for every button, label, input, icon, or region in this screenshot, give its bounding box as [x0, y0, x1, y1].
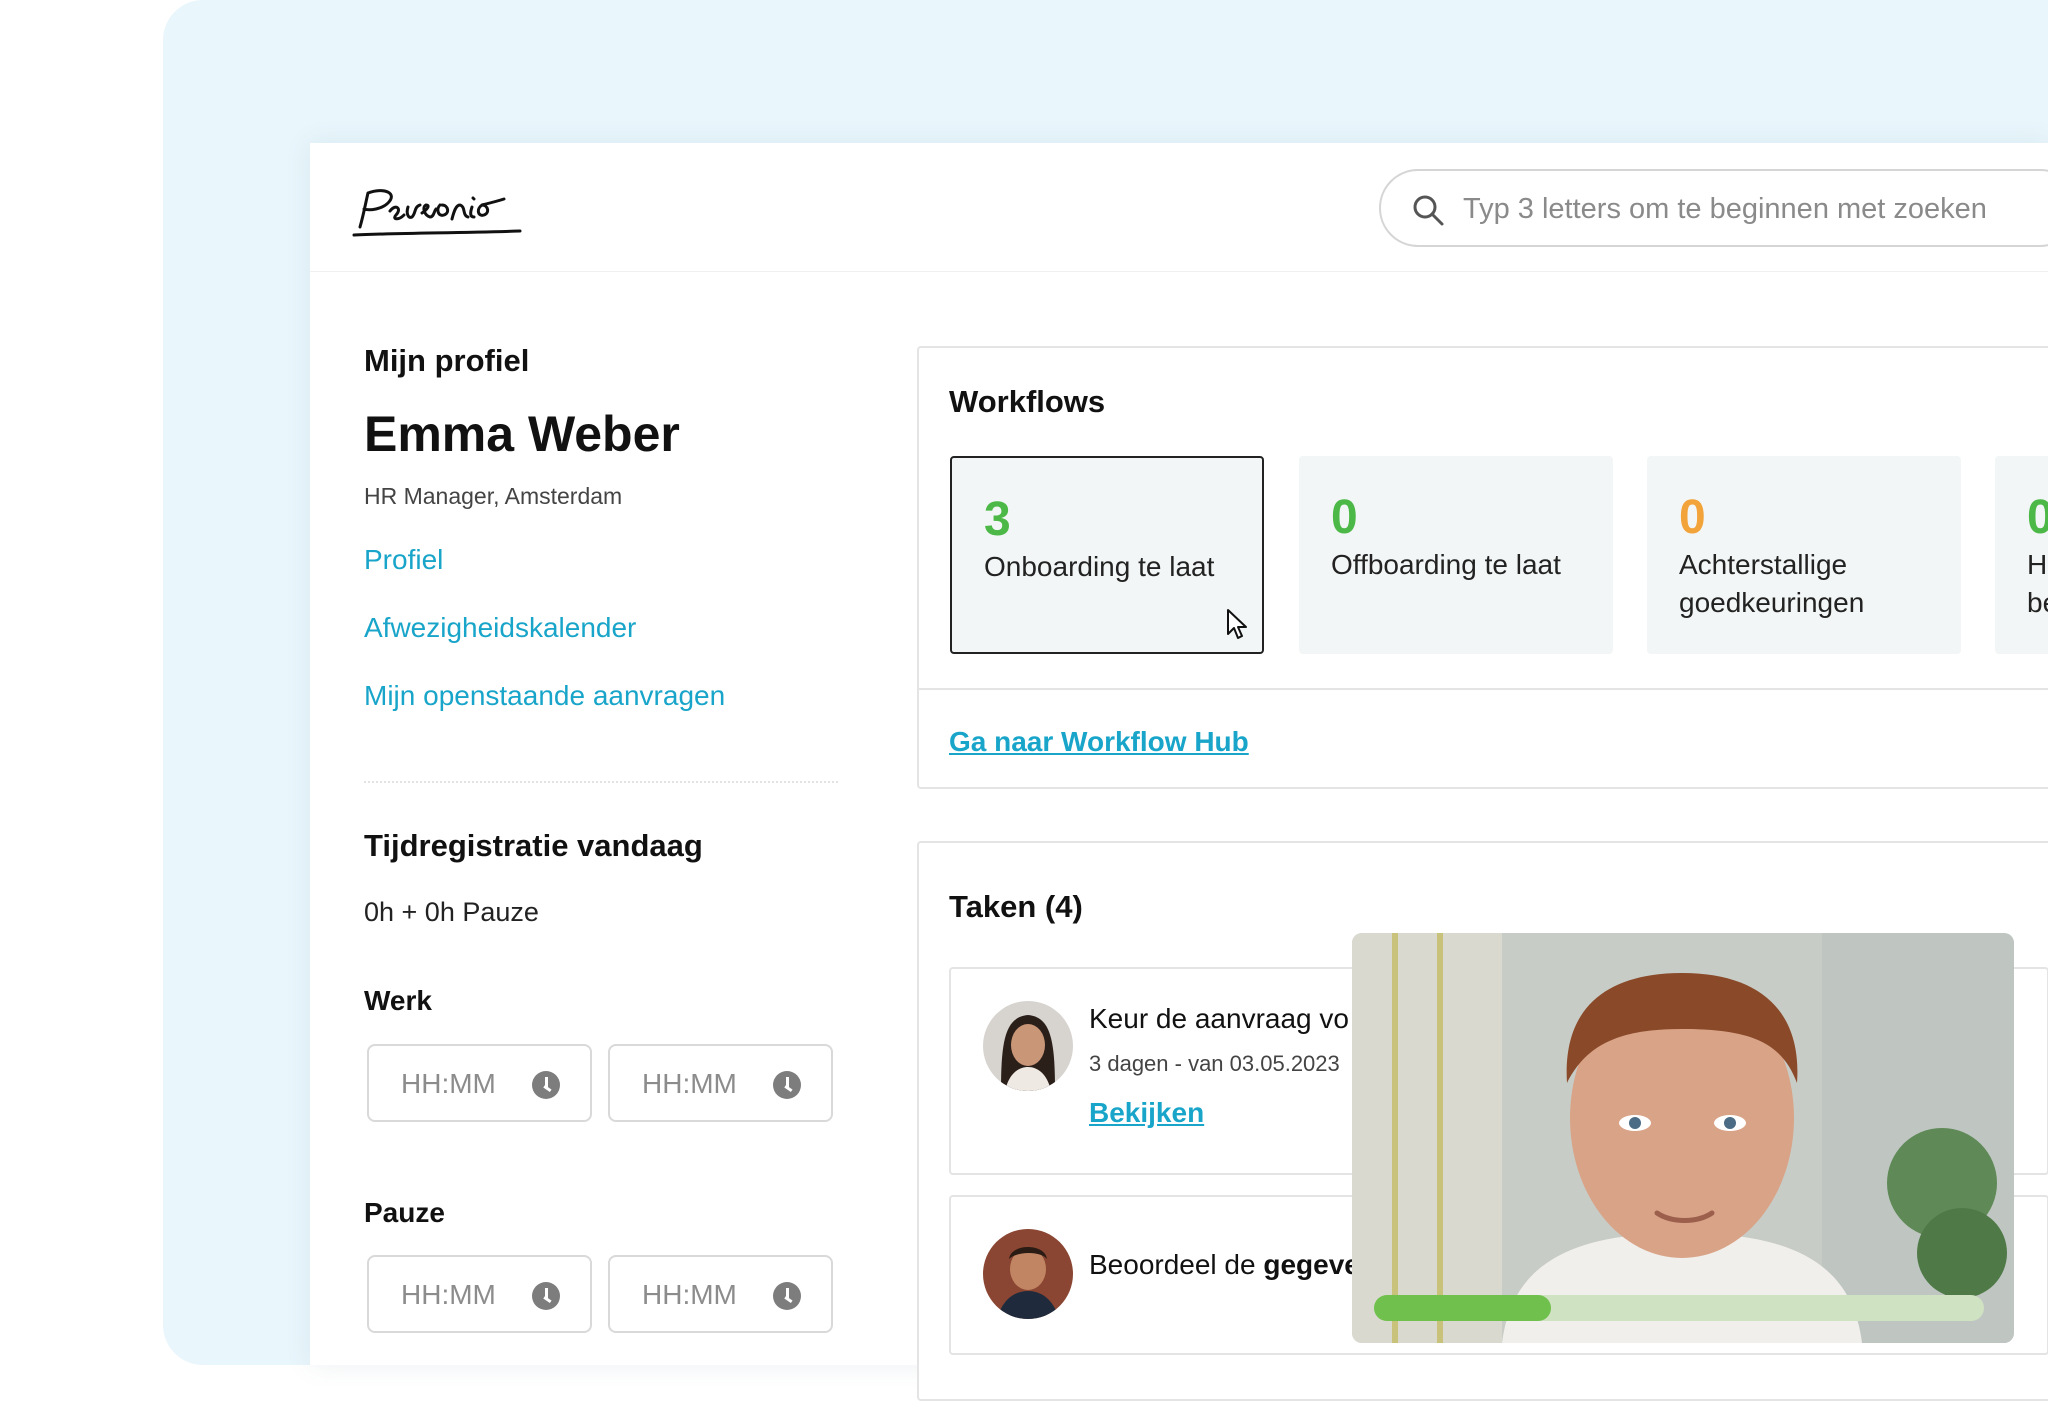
profile-heading: Mijn profiel [364, 343, 530, 378]
workflow-count: 3 [984, 493, 1011, 546]
video-progress-bar [1374, 1295, 1984, 1321]
workflow-tile-approvals[interactable]: 0 Achterstallige goedkeuringen [1647, 456, 1961, 654]
profile-name: Emma Weber [364, 406, 680, 462]
task-title-bold: gegeve [1263, 1249, 1360, 1280]
profile-role: HR Manager, Amsterdam [364, 483, 623, 509]
workflow-tile-partial[interactable]: 0 Ha be [1995, 456, 2048, 654]
personio-logo[interactable] [348, 183, 528, 248]
time-placeholder: HH:MM [401, 1068, 496, 1099]
task-title-prefix: Beoordeel de [1089, 1249, 1264, 1280]
workflow-label: Onboarding te laat [984, 551, 1215, 582]
workflow-count: 0 [2027, 491, 2048, 544]
break-start-time-input[interactable]: HH:MM [367, 1255, 592, 1333]
workflows-heading: Workflows [949, 384, 1106, 419]
open-requests-link[interactable]: Mijn openstaande aanvragen [364, 680, 844, 712]
time-tracking-heading: Tijdregistratie vandaag [364, 828, 703, 863]
video-feed-image [1352, 933, 2014, 1343]
video-call-overlay[interactable] [1352, 933, 2014, 1343]
avatar [983, 1229, 1073, 1319]
divider [364, 781, 838, 783]
work-label: Werk [364, 985, 432, 1016]
video-progress-fill [1374, 1295, 1551, 1321]
card-divider [919, 688, 2048, 690]
workflow-count: 0 [1331, 491, 1358, 544]
workflow-label: Ha be [2027, 549, 2048, 618]
task-title: Beoordeel de gegeve [1089, 1249, 1360, 1281]
break-end-time-input[interactable]: HH:MM [608, 1255, 833, 1333]
work-end-time-input[interactable]: HH:MM [608, 1044, 833, 1122]
work-start-time-input[interactable]: HH:MM [367, 1044, 592, 1122]
time-placeholder: HH:MM [642, 1068, 737, 1099]
search-icon [1413, 195, 1444, 226]
view-task-link[interactable]: Bekijken [1089, 1097, 1204, 1129]
time-tracking-summary: 0h + 0h Pauze [364, 897, 539, 927]
break-label: Pauze [364, 1197, 445, 1228]
workflow-tile-onboarding[interactable]: 3 Onboarding te laat [950, 456, 1264, 654]
clock-icon [532, 1071, 560, 1099]
absence-calendar-link[interactable]: Afwezigheidskalender [364, 612, 844, 644]
profile-panel: Mijn profiel Emma Weber HR Manager, Amst… [364, 343, 844, 712]
search-input[interactable] [1461, 185, 2025, 233]
profile-link[interactable]: Profiel [364, 544, 844, 576]
workflow-hub-link[interactable]: Ga naar Workflow Hub [949, 726, 1249, 758]
task-title: Keur de aanvraag vo [1089, 1003, 1349, 1034]
mouse-cursor-icon [1227, 609, 1247, 639]
search-bar[interactable] [1379, 169, 2048, 247]
tasks-heading: Taken (4) [949, 889, 1083, 924]
clock-icon [532, 1282, 560, 1310]
workflow-tile-offboarding[interactable]: 0 Offboarding te laat [1299, 456, 1613, 654]
top-bar [310, 143, 2048, 272]
workflow-count: 0 [1679, 491, 1706, 544]
clock-icon [773, 1282, 801, 1310]
task-meta: 3 dagen - van 03.05.2023 [1089, 1051, 1340, 1076]
time-placeholder: HH:MM [642, 1279, 737, 1310]
clock-icon [773, 1071, 801, 1099]
time-placeholder: HH:MM [401, 1279, 496, 1310]
workflow-label: Achterstallige goedkeuringen [1679, 549, 1865, 618]
avatar [983, 1001, 1073, 1091]
workflows-card: Workflows 3 Onboarding te laat 0 Offboar… [917, 346, 2048, 789]
workflow-label: Offboarding te laat [1331, 549, 1561, 580]
